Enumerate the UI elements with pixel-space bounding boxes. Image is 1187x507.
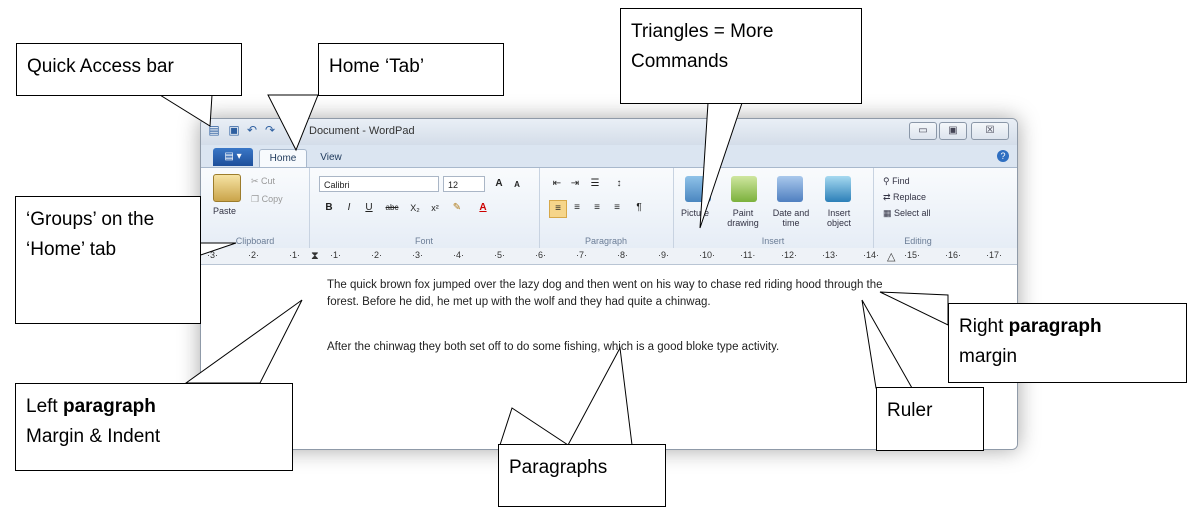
callout-left-margin-text-2: Margin & Indent xyxy=(26,426,161,447)
callout-right-margin-bold: paragraph xyxy=(1008,316,1102,337)
callout-right-margin-text: Right xyxy=(959,316,1009,337)
callout-triangles: Triangles = More Commands xyxy=(620,8,862,104)
callout-left-margin-bold: paragraph xyxy=(62,396,156,417)
callout-groups: ‘Groups’ on the ‘Home’ tab xyxy=(15,196,201,324)
home-tab-pointer xyxy=(267,94,319,152)
right-margin-pointer xyxy=(879,291,949,326)
ruler-pointer xyxy=(861,299,913,389)
paragraphs-pointer-right xyxy=(567,346,633,446)
left-margin-pointer xyxy=(184,299,303,384)
callout-left-margin-text: Left xyxy=(26,396,63,417)
callout-left-margin: Left paragraph Margin & Indent xyxy=(15,383,293,471)
callout-paragraphs: Paragraphs xyxy=(498,444,666,507)
callout-ruler: Ruler xyxy=(876,387,984,451)
triangles-pointer xyxy=(699,102,743,229)
callout-right-margin-text-2: margin xyxy=(959,346,1018,367)
quick-access-pointer xyxy=(158,94,213,127)
callout-quick-access: Quick Access bar xyxy=(16,43,242,96)
callout-right-margin: Right paragraph margin xyxy=(948,303,1187,383)
callout-home-tab: Home ‘Tab’ xyxy=(318,43,504,96)
paragraphs-pointer-left xyxy=(499,407,570,446)
